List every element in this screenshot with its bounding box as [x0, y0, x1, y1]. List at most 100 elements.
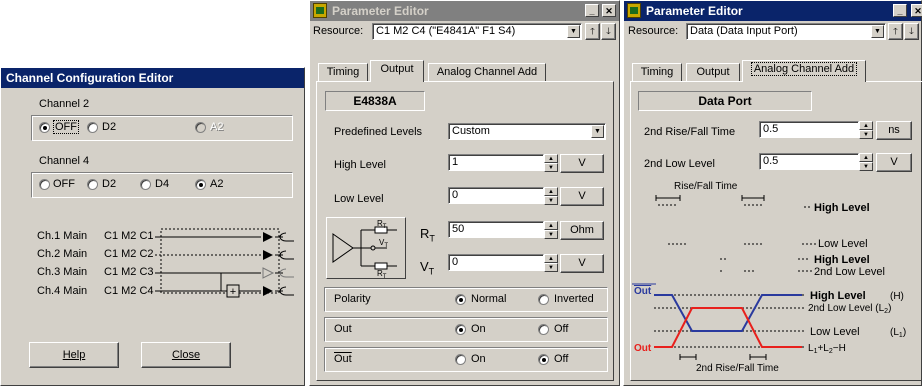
arrow-down-button[interactable]: 🡓 [601, 23, 616, 40]
chevron-down-icon[interactable]: ▼ [871, 25, 884, 38]
tab-analog-channel-add[interactable]: Analog Channel Add [428, 63, 546, 82]
second-rise-fall-input[interactable]: 0.5 [759, 121, 859, 138]
arrow-down-button[interactable]: 🡓 [904, 23, 919, 40]
out-inverted-off-label[interactable]: Off [554, 353, 568, 365]
svg-text:VT: VT [379, 238, 388, 249]
second-low-level-label: 2nd Low Level [644, 158, 715, 170]
resource-select[interactable]: C1 M2 C4 ("E4841A" F1 S4) ▼ [372, 23, 582, 40]
channel4-label: Channel 4 [39, 155, 90, 167]
channel-row-name: Ch.2 Main [37, 248, 88, 260]
polarity-inverted-label[interactable]: Inverted [554, 293, 594, 305]
termination-circuit-icon: RT VT RT [332, 219, 397, 280]
diagram-h-label: (H) [890, 291, 904, 302]
out-on-radio[interactable] [455, 324, 466, 335]
channel4-d2-radio[interactable] [87, 179, 98, 190]
arrow-up-button[interactable]: 🡑 [585, 23, 600, 40]
diagram-sum-label: L1+L2−H [808, 343, 846, 355]
diagram-high-level-label-2: High Level [814, 254, 870, 266]
channel2-d2-label[interactable]: D2 [102, 121, 116, 133]
channel2-d2-radio[interactable] [87, 122, 98, 133]
channel4-a2-label[interactable]: A2 [210, 178, 223, 190]
unit-label: V [578, 257, 586, 269]
polarity-normal-label[interactable]: Normal [471, 293, 506, 305]
second-rise-fall-label: 2nd Rise/Fall Time [644, 126, 736, 138]
low-level-input[interactable]: 0 [448, 187, 544, 204]
channel4-a2-radio[interactable] [195, 179, 206, 190]
pe2-titlebar[interactable]: Parameter Editor _ ✕ [624, 1, 922, 21]
predefined-levels-label: Predefined Levels [334, 126, 423, 138]
channel2-off-radio[interactable] [39, 122, 50, 133]
channel-row-id: C1 M2 C1 [104, 230, 154, 242]
channel4-off-label[interactable]: OFF [53, 178, 75, 190]
second-low-level-spinner[interactable]: ▲ ▼ [859, 153, 873, 171]
diagram-rise-fall-label: Rise/Fall Time [674, 181, 738, 192]
parameter-editor-analog-window: Parameter Editor _ ✕ Resource: Data (Dat… [623, 0, 922, 386]
low-level-unit-button[interactable]: V [560, 187, 604, 206]
channel4-d4-radio[interactable] [140, 179, 151, 190]
close-button[interactable]: Close [141, 342, 231, 368]
chevron-down-icon[interactable]: ▼ [591, 125, 604, 138]
out-bar-label: Out [634, 286, 652, 297]
minimize-button[interactable]: _ [893, 4, 907, 17]
vt-spinner[interactable]: ▲ ▼ [544, 254, 558, 272]
combiner-symbol: + [230, 286, 236, 298]
driver-2 [263, 250, 273, 260]
out-off-radio[interactable] [538, 324, 549, 335]
channel4-d2-label[interactable]: D2 [102, 178, 116, 190]
pe1-titlebar[interactable]: Parameter Editor _ ✕ [310, 1, 619, 21]
tab-timing[interactable]: Timing [632, 63, 682, 82]
out-off-label[interactable]: Off [554, 323, 568, 335]
polarity-label: Polarity [334, 293, 371, 305]
window-title: Parameter Editor [332, 4, 429, 18]
tab-output[interactable]: Output [370, 60, 424, 82]
help-button[interactable]: Help [29, 342, 119, 368]
channel4-off-radio[interactable] [39, 179, 50, 190]
diagram-high-level-label: High Level [814, 202, 870, 214]
second-low-level-unit-button[interactable]: V [876, 153, 912, 172]
high-level-unit-button[interactable]: V [560, 154, 604, 173]
second-rise-fall-unit-button[interactable]: ns [876, 121, 912, 140]
out-inverted-off-radio[interactable] [538, 354, 549, 365]
second-rise-fall-spinner[interactable]: ▲ ▼ [859, 121, 873, 139]
close-button[interactable]: ✕ [602, 4, 616, 17]
channel4-d4-label[interactable]: D4 [155, 178, 169, 190]
vt-input[interactable]: 0 [448, 254, 544, 271]
svg-text:RT: RT [377, 269, 387, 278]
rt-unit-button[interactable]: Ohm [560, 221, 604, 240]
polarity-inverted-radio[interactable] [538, 294, 549, 305]
unit-label: V [890, 156, 898, 168]
out-inverted-on-radio[interactable] [455, 354, 466, 365]
unit-label: ns [888, 124, 900, 136]
tab-analog-channel-add[interactable]: Analog Channel Add [742, 60, 866, 82]
minimize-button[interactable]: _ [585, 4, 599, 17]
rt-spinner[interactable]: ▲ ▼ [544, 221, 558, 239]
predefined-levels-select[interactable]: Custom ▼ [448, 123, 606, 140]
port-header: Data Port [638, 91, 812, 111]
polarity-normal-radio[interactable] [455, 294, 466, 305]
out-inverted-on-label[interactable]: On [471, 353, 486, 365]
channel2-a2-label[interactable]: A2 [210, 121, 223, 133]
channel2-off-label[interactable]: OFF [53, 120, 79, 134]
channel2-a2-radio[interactable] [195, 122, 206, 133]
module-header-text: E4838A [353, 94, 397, 108]
close-button[interactable]: ✕ [911, 4, 922, 17]
high-level-spinner[interactable]: ▲ ▼ [544, 154, 558, 172]
rt-input[interactable]: 50 [448, 221, 544, 238]
tab-output[interactable]: Output [686, 63, 740, 82]
port-header-text: Data Port [698, 94, 752, 108]
tab-label: Analog Channel Add [750, 62, 858, 76]
low-level-spinner[interactable]: ▲ ▼ [544, 187, 558, 205]
high-level-input[interactable]: 1 [448, 154, 544, 171]
vt-unit-button[interactable]: V [560, 254, 604, 273]
second-low-level-input[interactable]: 0.5 [759, 153, 859, 170]
out-waveform [654, 307, 802, 348]
arrow-up-button[interactable]: 🡑 [888, 23, 903, 40]
unit-label: Ohm [570, 224, 594, 236]
resource-select[interactable]: Data (Data Input Port) ▼ [686, 23, 886, 40]
diagram-l1-label: (L1) [890, 327, 906, 339]
channel-config-titlebar[interactable]: Channel Configuration Editor [1, 68, 304, 88]
tab-timing[interactable]: Timing [318, 63, 368, 82]
low-level-label: Low Level [334, 193, 384, 205]
out-on-label[interactable]: On [471, 323, 486, 335]
chevron-down-icon[interactable]: ▼ [567, 25, 580, 38]
